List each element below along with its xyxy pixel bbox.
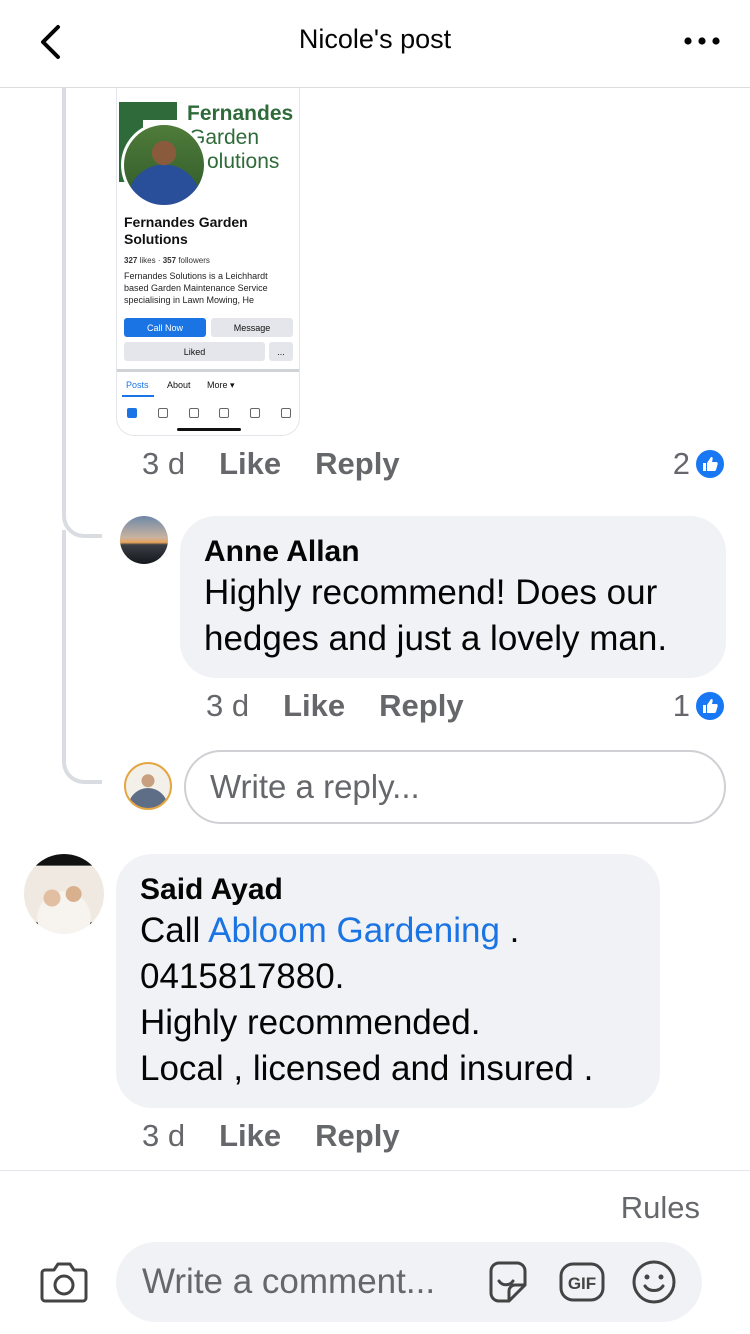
- text-suffix: .: [499, 911, 520, 950]
- comment-text-line: Local , licensed and insured .: [140, 1049, 594, 1088]
- comment-time: 3 d: [142, 1118, 186, 1153]
- reaction-count: 1: [672, 688, 690, 723]
- comment-meta: 3 d Like Reply: [142, 1118, 400, 1154]
- comment-author[interactable]: Anne Allan: [204, 534, 702, 570]
- comment-bubble[interactable]: Anne Allan Highly recommend! Does our he…: [180, 516, 726, 678]
- sticker-icon: [489, 1261, 527, 1303]
- sticker-button[interactable]: [484, 1258, 532, 1306]
- call-now-button: Call Now: [124, 318, 206, 337]
- followers-label: followers: [178, 256, 210, 265]
- comment-text-line: Highly recommended.: [140, 1003, 481, 1042]
- svg-text:GIF: GIF: [568, 1274, 596, 1293]
- comment-author[interactable]: Said Ayad: [140, 872, 636, 908]
- comment-bubble[interactable]: Said Ayad Call Abloom Gardening . 041581…: [116, 854, 660, 1108]
- more-icon: [684, 37, 720, 45]
- like-button[interactable]: Like: [219, 1118, 281, 1154]
- current-user-avatar: [124, 762, 172, 810]
- liked-button: Liked: [124, 342, 265, 361]
- divider: [117, 369, 299, 372]
- reaction-summary[interactable]: 2: [673, 446, 726, 482]
- page-stats: 327 likes · 357 followers: [124, 256, 210, 265]
- like-button[interactable]: Like: [219, 446, 281, 482]
- message-button: Message: [211, 318, 293, 337]
- avatar[interactable]: [24, 854, 104, 934]
- page-link[interactable]: Abloom Gardening: [208, 911, 500, 950]
- comment-input[interactable]: Write a comment... GIF: [116, 1242, 702, 1322]
- top-bar: Nicole's post: [0, 0, 750, 88]
- reply-placeholder: Write a reply...: [210, 768, 420, 805]
- tab-posts: Posts: [126, 380, 149, 390]
- comment-image[interactable]: Fernandes Garden Solutions Fernandes Gar…: [116, 88, 300, 436]
- comment-text-line: 0415817880.: [140, 957, 345, 996]
- likes-label: likes: [139, 256, 156, 265]
- active-tab-indicator: [122, 395, 154, 397]
- tab-more: More ▾: [207, 380, 235, 390]
- reaction-count: 2: [672, 446, 690, 481]
- comment-time: 3 d: [142, 446, 186, 481]
- comment-text-line: Call Abloom Gardening .: [140, 908, 636, 954]
- reply-button[interactable]: Reply: [315, 446, 399, 482]
- page-description: Fernandes Solutions is a Leichhardt base…: [124, 271, 268, 305]
- page-title: Nicole's post: [298, 24, 452, 54]
- brand-name-line1: Fernandes: [187, 102, 294, 125]
- comment-text: Highly recommend! Does our hedges and ju…: [204, 573, 668, 658]
- comment-meta: 3 d Like Reply: [142, 446, 400, 482]
- gif-icon: GIF: [559, 1262, 605, 1302]
- reaction-summary[interactable]: 1: [673, 688, 726, 724]
- thumbs-up-icon: [694, 690, 726, 722]
- gif-button[interactable]: GIF: [558, 1258, 606, 1306]
- menu-icon: [280, 408, 291, 418]
- more-options-button[interactable]: [682, 24, 722, 58]
- thread-connector: [62, 88, 102, 538]
- comment-meta: 3 d Like Reply: [206, 688, 464, 724]
- profile-photo: [121, 122, 207, 208]
- avatar[interactable]: [120, 516, 168, 564]
- tab-about: About: [167, 380, 191, 390]
- rules-link[interactable]: Rules: [621, 1190, 700, 1226]
- camera-button[interactable]: [38, 1256, 90, 1308]
- thread-connector-reply: [62, 530, 102, 784]
- emoji-button[interactable]: [630, 1258, 678, 1306]
- more-button: ...: [269, 342, 293, 361]
- home-icon: [127, 408, 138, 418]
- followers-count: 357: [162, 256, 177, 265]
- video-icon: [157, 408, 168, 418]
- emoji-icon: [632, 1260, 676, 1304]
- reply-button[interactable]: Reply: [315, 1118, 399, 1154]
- marketplace-icon: [219, 408, 230, 418]
- like-button[interactable]: Like: [283, 688, 345, 724]
- notifications-icon: [249, 408, 260, 418]
- friends-icon: [188, 408, 199, 418]
- comment-time: 3 d: [206, 688, 250, 723]
- comment-placeholder: Write a comment...: [142, 1262, 436, 1301]
- page-name: Fernandes Garden Solutions: [124, 214, 248, 247]
- bottom-nav: [117, 400, 299, 426]
- text-prefix: Call: [140, 911, 209, 950]
- home-indicator: [177, 428, 241, 431]
- likes-count: 327: [124, 256, 138, 265]
- reply-button[interactable]: Reply: [379, 688, 463, 724]
- reply-input[interactable]: Write a reply...: [184, 750, 726, 824]
- camera-icon: [40, 1262, 88, 1303]
- thumbs-up-icon: [694, 448, 726, 480]
